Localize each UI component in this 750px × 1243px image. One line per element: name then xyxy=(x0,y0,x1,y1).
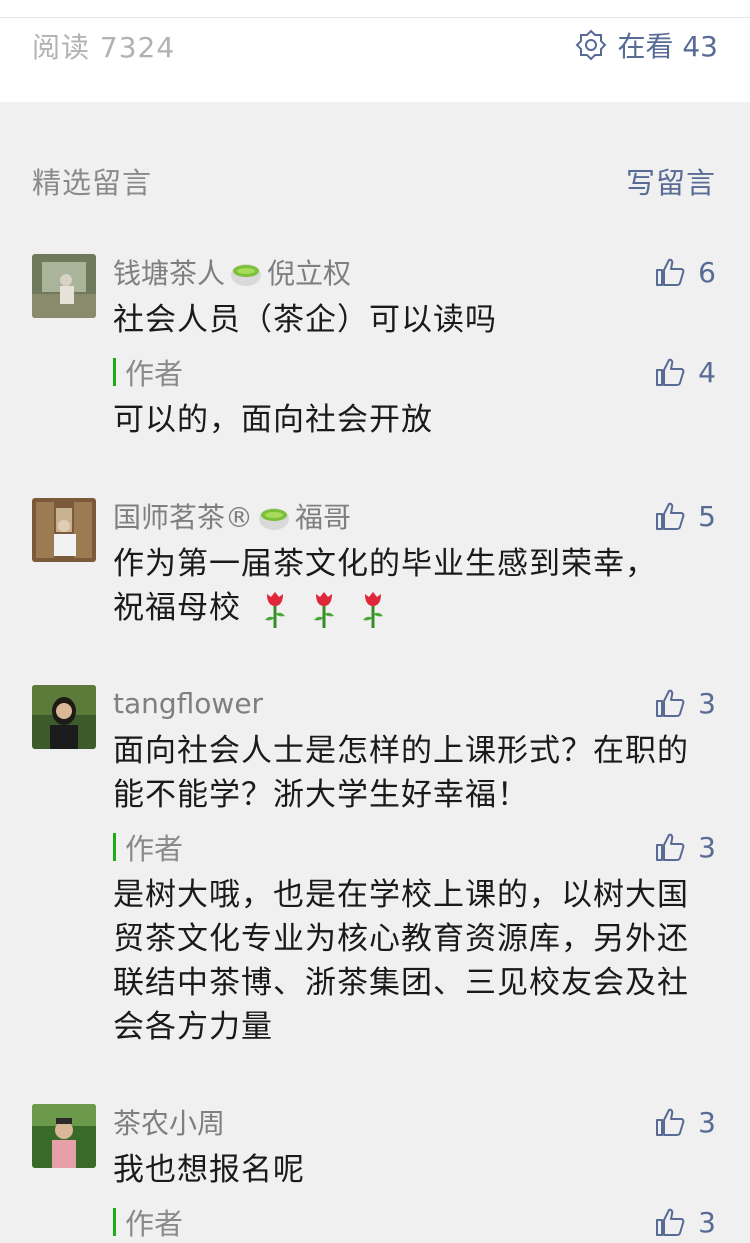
teacup-emoji xyxy=(259,508,290,530)
thumbs-up-icon xyxy=(656,502,685,530)
like-count: 3 xyxy=(698,686,716,720)
reply-text: 是树大哦，也是在学校上课的，以树大国贸茶文化专业为核心教育资源库，另外还联结中茶… xyxy=(113,877,689,1045)
comment-text: 社会人员（茶企）可以读吗 xyxy=(113,302,497,338)
like-count: 3 xyxy=(698,1105,716,1139)
like-count: 3 xyxy=(698,1205,716,1239)
write-comment-link[interactable]: 写留言 xyxy=(626,160,716,202)
like-count: 5 xyxy=(698,499,716,533)
comment-text: 作为第一届茶文化的毕业生感到荣幸， 祝福母校 xyxy=(113,542,703,630)
author-reply-label: 作者 xyxy=(113,829,183,866)
rose-emoji xyxy=(313,591,334,628)
reply-like-button[interactable]: 3 xyxy=(654,1204,716,1240)
avatar[interactable] xyxy=(32,685,96,749)
comment-nickname: 茶农小周 xyxy=(113,1107,226,1140)
comment-text-line2: 祝福母校 xyxy=(113,586,703,630)
read-count: 阅读 7324 xyxy=(32,31,176,64)
author-bar xyxy=(113,358,116,386)
thumbs-up-icon xyxy=(656,833,685,861)
like-button[interactable]: 3 xyxy=(654,685,716,721)
thumbs-up-icon xyxy=(656,258,685,286)
featured-comments-title: 精选留言 xyxy=(32,166,153,200)
divider xyxy=(0,17,750,18)
thumbs-up-icon xyxy=(656,1208,685,1236)
like-count: 4 xyxy=(698,355,716,389)
thumbs-up-icon xyxy=(656,1108,685,1136)
reply-like-button[interactable]: 3 xyxy=(654,829,716,865)
comment-text: 我也想报名呢 xyxy=(113,1152,305,1188)
watching-star-icon xyxy=(576,29,607,61)
watching-button[interactable]: 在看 43 xyxy=(575,26,718,64)
avatar[interactable] xyxy=(32,498,96,562)
like-button[interactable]: 6 xyxy=(654,254,716,290)
author-bar xyxy=(113,833,116,861)
like-button[interactable]: 3 xyxy=(654,1104,716,1140)
author-bar xyxy=(113,1208,116,1236)
watching-label: 在看 43 xyxy=(617,30,718,63)
avatar[interactable] xyxy=(32,254,96,318)
thumbs-up-icon xyxy=(656,689,685,717)
thumbs-up-icon xyxy=(656,358,685,386)
comment-nickname: 钱塘茶人 倪立权 xyxy=(113,257,352,290)
teacup-emoji xyxy=(231,264,262,286)
like-count: 6 xyxy=(698,255,716,289)
rose-emoji xyxy=(264,591,285,628)
rose-emoji xyxy=(362,591,383,628)
comment-nickname: 国师茗茶® 福哥 xyxy=(113,501,352,534)
like-button[interactable]: 5 xyxy=(654,498,716,534)
reply-like-button[interactable]: 4 xyxy=(654,354,716,390)
avatar[interactable] xyxy=(32,1104,96,1168)
author-reply-label: 作者 xyxy=(113,354,183,391)
like-count: 3 xyxy=(698,830,716,864)
reply-text: 可以的，面向社会开放 xyxy=(113,402,433,438)
author-reply-label: 作者 xyxy=(113,1204,183,1241)
comment-text: 面向社会人士是怎样的上课形式？在职的能不能学？浙大学生好幸福！ xyxy=(113,733,689,813)
article-stats-bar: 阅读 7324 在看 43 xyxy=(0,0,750,102)
comment-nickname: tangflower xyxy=(113,686,264,720)
